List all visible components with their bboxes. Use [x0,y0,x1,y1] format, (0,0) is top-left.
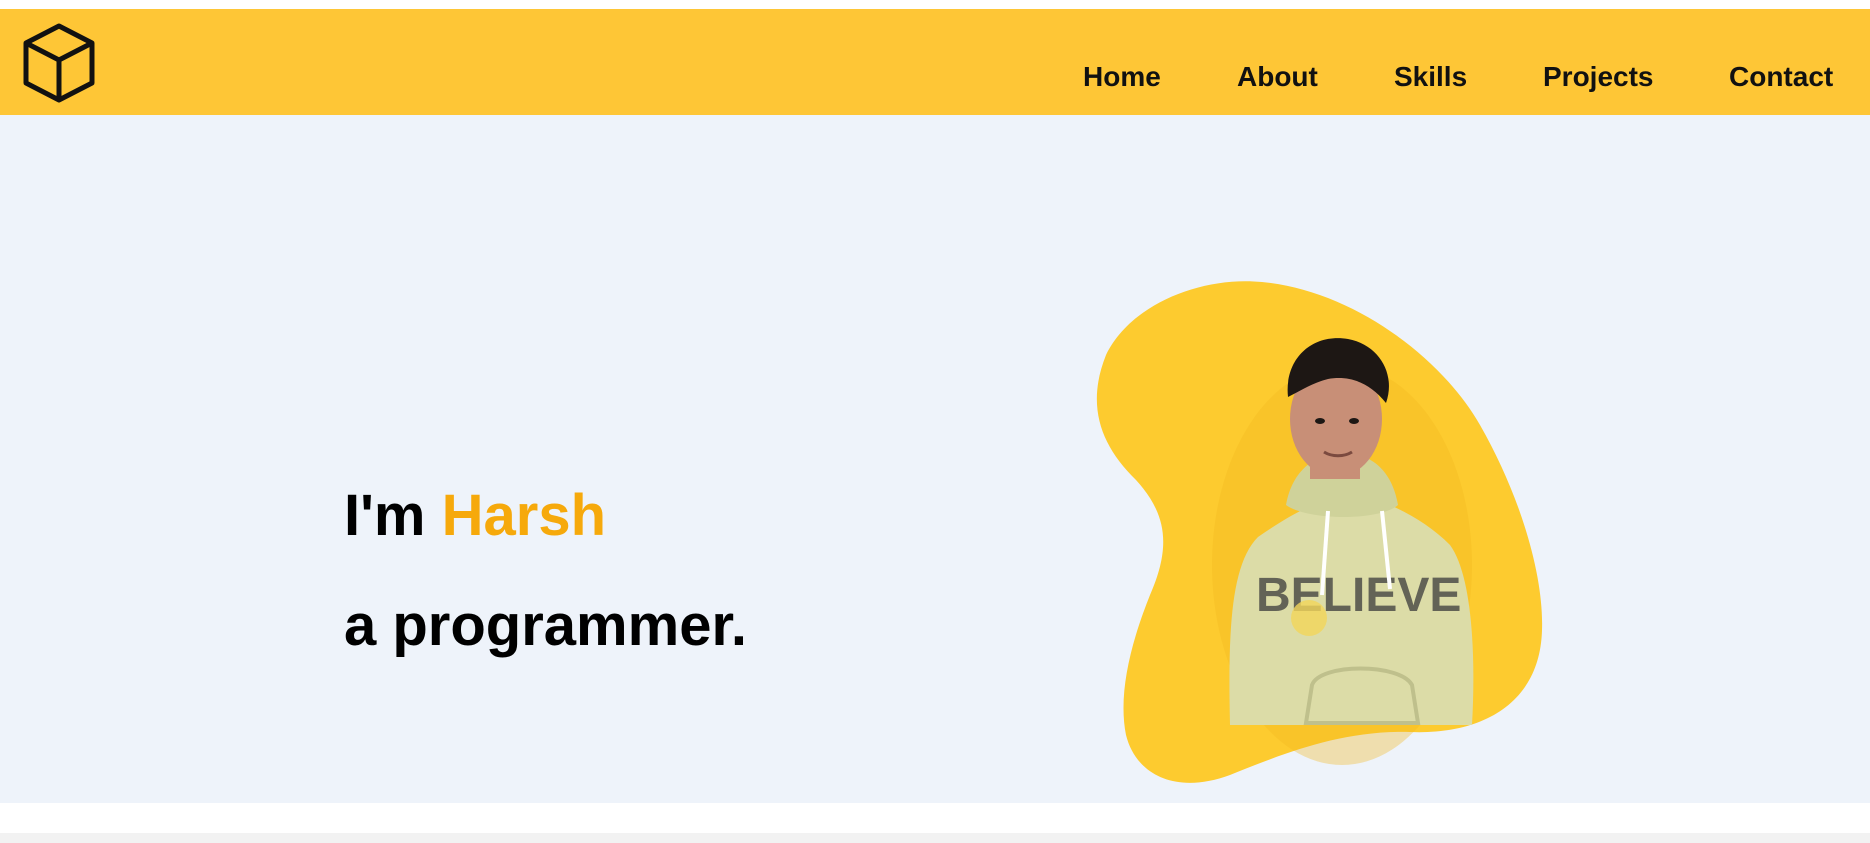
nav-link-contact[interactable]: Contact [1729,61,1833,93]
hero-tagline: a programmer. [344,593,747,658]
nav-link-home[interactable]: Home [1083,61,1161,93]
nav-link-skills[interactable]: Skills [1394,61,1467,93]
top-strip [0,0,1870,9]
portrait-illustration: BELIEVE [1096,281,1543,783]
navbar: Home About Skills Projects Contact [0,9,1870,115]
nav-menu: Home About Skills Projects Contact [0,61,1870,101]
hero-section: I'm Harsh a programmer. BELIEVE [0,115,1870,803]
nav-link-about[interactable]: About [1237,61,1318,93]
page-below-hero [0,803,1870,833]
hero-greeting: I'm [344,483,426,548]
nav-link-projects[interactable]: Projects [1543,61,1654,93]
hero-headline: I'm Harsh [344,482,606,549]
hoodie-print: BELIEVE [1256,569,1461,622]
section-divider [0,833,1870,843]
hero-name: Harsh [441,483,607,548]
